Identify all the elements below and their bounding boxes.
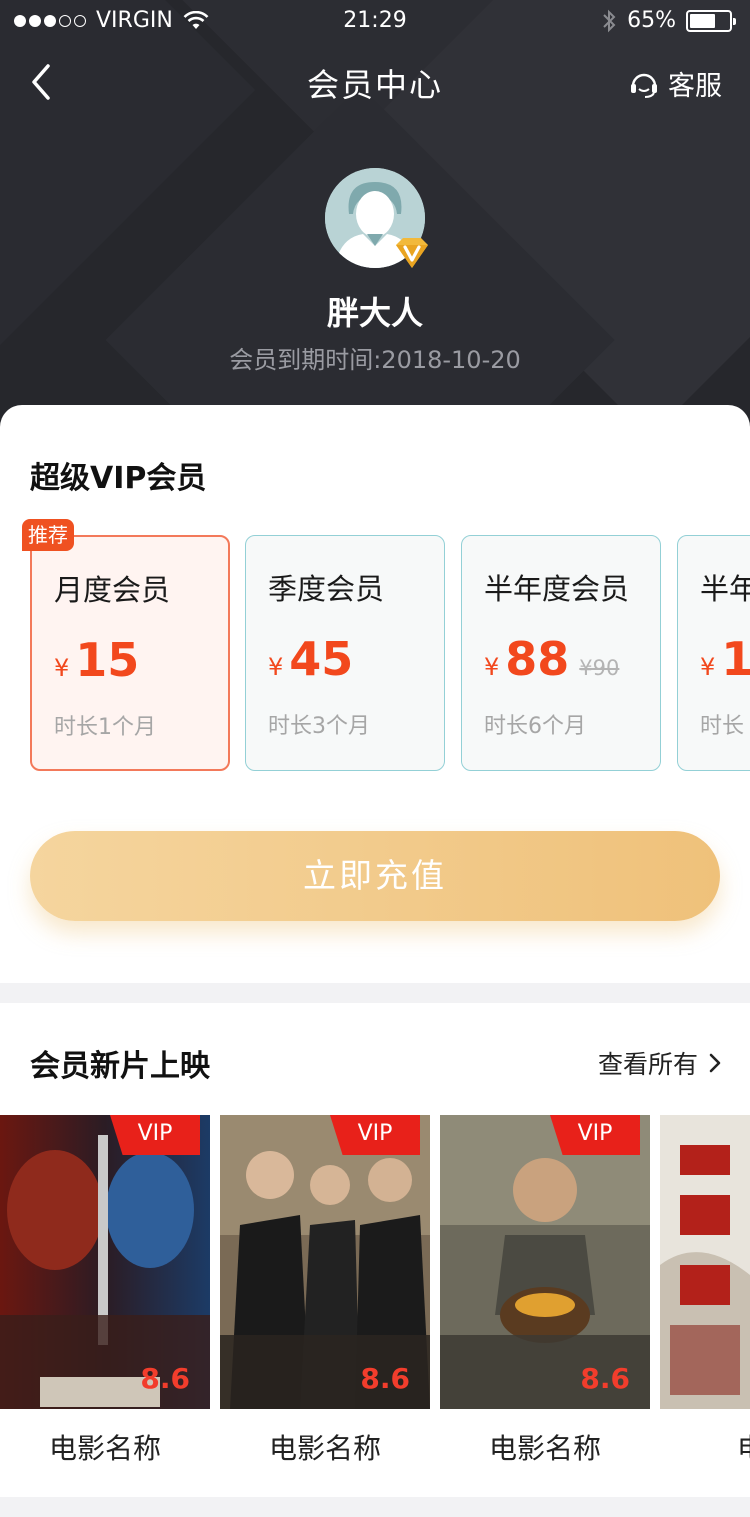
movie-card[interactable]: VIP 8.6 电影名称: [0, 1115, 210, 1467]
movie-name: 电影名称: [268, 1432, 381, 1465]
vip-tag: VIP: [110, 1115, 200, 1155]
section-title-vip: 超级VIP会员: [30, 461, 207, 496]
plan-price: ¥ 88 ¥90: [484, 632, 619, 686]
vip-tag: VIP: [330, 1115, 420, 1155]
movie-poster[interactable]: VIP 8.6: [440, 1115, 650, 1409]
customer-service-button[interactable]: 客服: [628, 64, 722, 103]
nav-bar: 会员中心 客服: [0, 50, 750, 114]
price-amount: 15: [75, 633, 140, 687]
movie-poster[interactable]: VIP 8.6: [220, 1115, 430, 1409]
plan-monthly[interactable]: 月度会员 ¥ 15 时长1个月: [30, 535, 230, 771]
plan-name: 月度会员: [54, 573, 171, 607]
vip-tag: VIP: [550, 1115, 640, 1155]
price-amount: 45: [289, 632, 354, 686]
battery-icon: [686, 9, 736, 32]
movie-card[interactable]: 电影: [660, 1115, 750, 1467]
movie-name: 电影名称: [48, 1432, 161, 1465]
currency-symbol: ¥: [484, 653, 500, 681]
movie-card[interactable]: VIP 8.6 电影名称: [220, 1115, 430, 1467]
see-all-label: 查看所有: [597, 1050, 698, 1079]
headset-icon: [631, 73, 657, 98]
recommend-badge: 推荐: [22, 519, 74, 551]
plan-quarterly[interactable]: 季度会员 ¥ 45 时长3个月: [245, 535, 445, 771]
poster-image: [660, 1115, 750, 1409]
bottom-divider: [0, 1497, 750, 1517]
service-label: 客服: [668, 71, 722, 102]
currency-symbol: ¥: [54, 654, 70, 682]
plan-half-year[interactable]: 半年度会员 ¥ 88 ¥90 时长6个月: [461, 535, 661, 771]
movie-name: 电影名称: [488, 1432, 601, 1465]
see-all-link[interactable]: 查看所有: [598, 1045, 722, 1081]
price-amount: 88: [505, 632, 570, 686]
vip-plans-card: 超级VIP会员 月度会员 ¥ 15 时长1个月 季度会员 ¥ 45 时长3个月 …: [0, 405, 750, 983]
movie-score: 8.6: [140, 1362, 190, 1395]
currency-symbol: ¥: [700, 653, 716, 681]
battery-percent: 65%: [627, 8, 676, 33]
plan-price: ¥ 1: [700, 632, 750, 686]
section-title-movies: 会员新片上映: [30, 1049, 210, 1084]
plan-partial[interactable]: 半年 ¥ 1 时长: [677, 535, 750, 771]
bluetooth-icon: [603, 9, 616, 32]
movie-name: 电影: [660, 1427, 750, 1467]
original-price: ¥90: [579, 656, 620, 680]
membership-expiry: 会员到期时间:2018-10-20: [229, 346, 521, 374]
username: 胖大人: [326, 294, 423, 332]
plan-price: ¥ 15: [54, 633, 139, 687]
movie-poster[interactable]: VIP 8.6: [0, 1115, 210, 1409]
plan-name: 半年: [700, 572, 750, 606]
recharge-button[interactable]: 立即充值: [30, 831, 720, 921]
vip-badge-icon: [396, 238, 428, 268]
currency-symbol: ¥: [268, 653, 284, 681]
movie-score: 8.6: [580, 1362, 630, 1395]
movie-score: 8.6: [360, 1362, 410, 1395]
plan-name: 半年度会员: [484, 572, 630, 606]
header: VIRGIN 21:29 65% 会员中心 客服 胖大人 会员到期时间:2018…: [0, 0, 750, 470]
plan-name: 季度会员: [268, 572, 385, 606]
plan-duration: 时长6个月: [484, 714, 586, 739]
price-amount: 1: [721, 632, 750, 686]
movie-poster[interactable]: [660, 1115, 750, 1409]
chevron-right-icon: [709, 1053, 721, 1073]
new-movies-section: 会员新片上映 查看所有 VIP 8.6 电影名称 VIP 8.6 电影名称 VI…: [0, 1003, 750, 1497]
plan-duration: 时长3个月: [268, 714, 370, 739]
avatar[interactable]: [325, 168, 428, 268]
plan-duration: 时长: [700, 714, 745, 739]
status-bar: VIRGIN 21:29 65%: [0, 0, 750, 40]
plan-list[interactable]: 月度会员 ¥ 15 时长1个月 季度会员 ¥ 45 时长3个月 半年度会员 ¥ …: [0, 535, 750, 775]
movie-card[interactable]: VIP 8.6 电影名称: [440, 1115, 650, 1467]
plan-price: ¥ 45: [268, 632, 353, 686]
plan-duration: 时长1个月: [54, 715, 156, 740]
battery-fill: [690, 13, 715, 28]
